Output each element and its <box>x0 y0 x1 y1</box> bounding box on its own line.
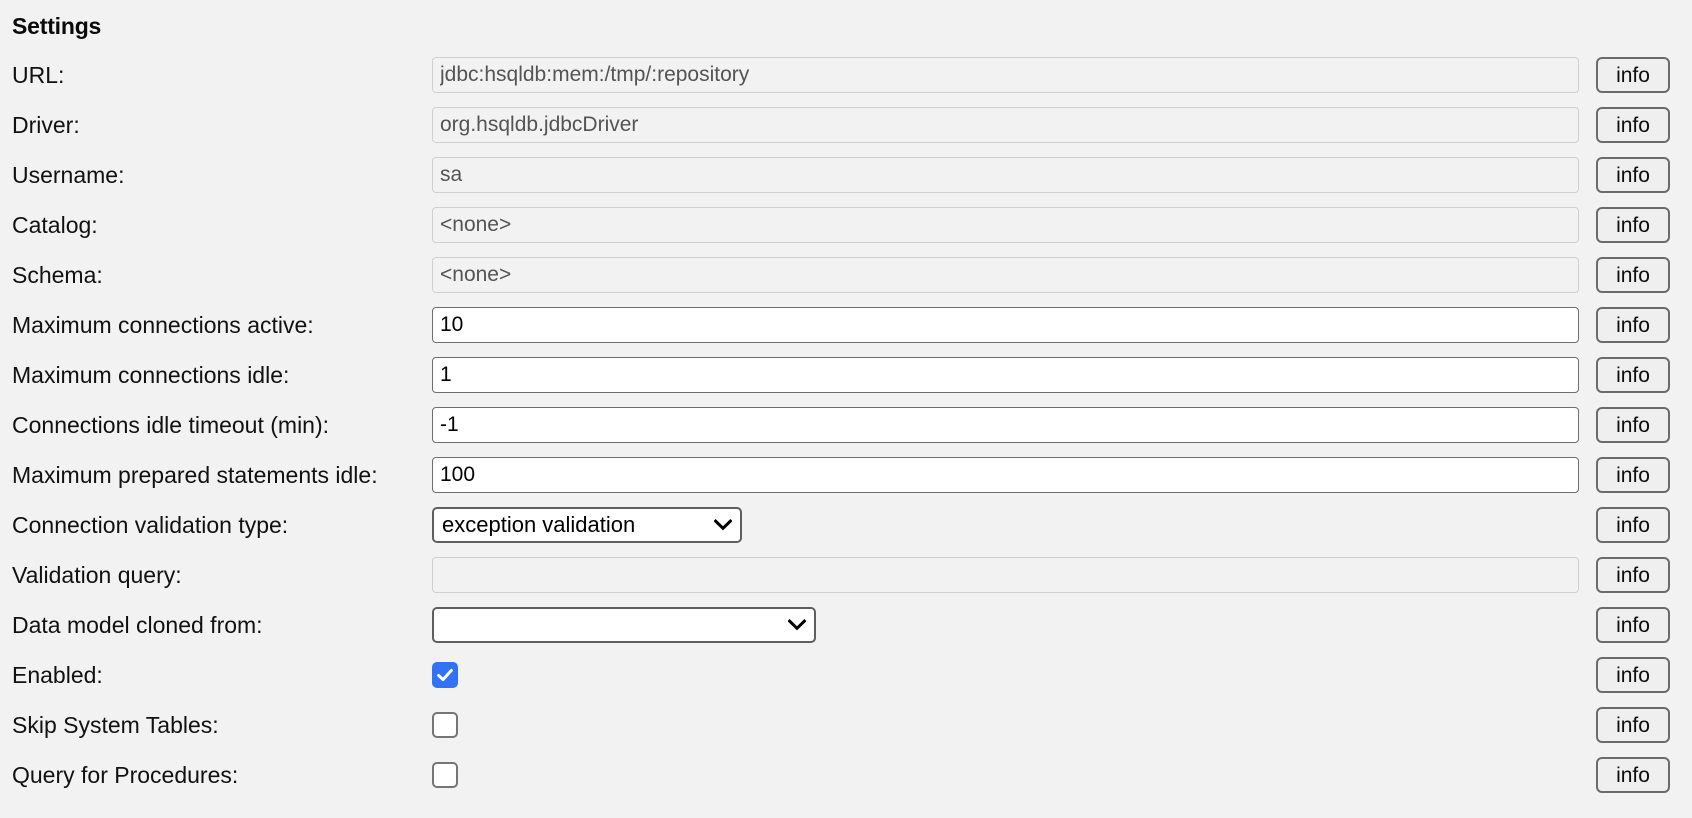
form-row-driver: Driver: info <box>0 100 1692 150</box>
control-schema: info <box>432 257 1692 294</box>
form-row-maximum-connections-active: Maximum connections active: info <box>0 300 1692 350</box>
url-input[interactable] <box>432 57 1579 94</box>
form-row-catalog: Catalog: info <box>0 200 1692 250</box>
info-button-connection-validation-type[interactable]: info <box>1596 507 1670 544</box>
query-for-procedures-checkbox[interactable] <box>432 762 458 789</box>
label-validation-query: Validation query: <box>12 561 182 588</box>
form-row-url: URL: info <box>0 50 1692 100</box>
control-validation-query: info <box>432 557 1692 594</box>
control-connection-validation-type: exception validation info <box>432 507 1692 544</box>
form-row-connection-validation-type: Connection validation type: exception val… <box>0 500 1692 550</box>
info-button-enabled[interactable]: info <box>1596 657 1670 694</box>
form-row-maximum-connections-idle: Maximum connections idle: info <box>0 350 1692 400</box>
form-row-username: Username: info <box>0 150 1692 200</box>
control-maximum-connections-active: info <box>432 307 1692 344</box>
data-model-cloned-from-select[interactable] <box>432 607 816 644</box>
label-catalog: Catalog: <box>12 211 98 238</box>
form-row-data-model-cloned-from: Data model cloned from: info <box>0 600 1692 650</box>
form-row-maximum-prepared-statements-idle: Maximum prepared statements idle: info <box>0 450 1692 500</box>
settings-page: Settings URL: info Driver: info Username: inf… <box>0 0 1692 818</box>
form-row-query-for-procedures: Query for Procedures: info <box>0 750 1692 800</box>
info-button-validation-query[interactable]: info <box>1596 557 1670 594</box>
check-icon <box>437 669 453 682</box>
info-button-connections-idle-timeout[interactable]: info <box>1596 407 1670 444</box>
control-catalog: info <box>432 207 1692 244</box>
info-button-maximum-prepared-statements-idle[interactable]: info <box>1596 457 1670 494</box>
label-connections-idle-timeout: Connections idle timeout (min): <box>12 411 330 438</box>
label-data-model-cloned-from: Data model cloned from: <box>12 611 263 638</box>
control-data-model-cloned-from: info <box>432 607 1692 644</box>
validation-query-input[interactable] <box>432 557 1579 594</box>
info-button-url[interactable]: info <box>1596 57 1670 94</box>
connection-validation-type-selected-value: exception validation <box>442 514 636 537</box>
label-driver: Driver: <box>12 111 80 138</box>
label-schema: Schema: <box>12 261 103 288</box>
info-button-maximum-connections-active[interactable]: info <box>1596 307 1670 344</box>
info-button-maximum-connections-idle[interactable]: info <box>1596 357 1670 394</box>
form-row-skip-system-tables: Skip System Tables: info <box>0 700 1692 750</box>
label-skip-system-tables: Skip System Tables: <box>12 711 219 738</box>
label-query-for-procedures: Query for Procedures: <box>12 761 239 788</box>
label-connection-validation-type: Connection validation type: <box>12 511 289 538</box>
maximum-prepared-statements-idle-input[interactable] <box>432 457 1579 494</box>
info-button-driver[interactable]: info <box>1596 107 1670 144</box>
control-query-for-procedures: info <box>432 757 1692 794</box>
username-input[interactable] <box>432 157 1579 194</box>
info-button-skip-system-tables[interactable]: info <box>1596 707 1670 744</box>
form-row-validation-query: Validation query: info <box>0 550 1692 600</box>
control-skip-system-tables: info <box>432 707 1692 744</box>
maximum-connections-active-input[interactable] <box>432 307 1579 344</box>
chevron-down-icon <box>714 519 732 531</box>
page-title: Settings <box>12 13 102 39</box>
control-driver: info <box>432 107 1692 144</box>
skip-system-tables-checkbox[interactable] <box>432 712 458 739</box>
control-url: info <box>432 57 1692 94</box>
driver-input[interactable] <box>432 107 1579 144</box>
connections-idle-timeout-input[interactable] <box>432 407 1579 444</box>
form-row-schema: Schema: info <box>0 250 1692 300</box>
info-button-catalog[interactable]: info <box>1596 207 1670 244</box>
control-maximum-connections-idle: info <box>432 357 1692 394</box>
control-connections-idle-timeout: info <box>432 407 1692 444</box>
connection-validation-type-select[interactable]: exception validation <box>432 507 742 544</box>
form-row-enabled: Enabled: info <box>0 650 1692 700</box>
settings-form: URL:infoDriver:infoUsername:infoCatalog:… <box>0 50 1692 800</box>
label-url: URL: <box>12 61 65 88</box>
label-maximum-prepared-statements-idle: Maximum prepared statements idle: <box>12 461 378 488</box>
label-maximum-connections-active: Maximum connections active: <box>12 311 314 338</box>
schema-input[interactable] <box>432 257 1579 294</box>
label-maximum-connections-idle: Maximum connections idle: <box>12 361 290 388</box>
form-row-connections-idle-timeout: Connections idle timeout (min): info <box>0 400 1692 450</box>
enabled-checkbox[interactable] <box>432 662 458 689</box>
info-button-schema[interactable]: info <box>1596 257 1670 294</box>
control-maximum-prepared-statements-idle: info <box>432 457 1692 494</box>
control-username: info <box>432 157 1692 194</box>
info-button-username[interactable]: info <box>1596 157 1670 194</box>
chevron-down-icon <box>788 619 806 631</box>
label-enabled: Enabled: <box>12 661 103 688</box>
info-button-query-for-procedures[interactable]: info <box>1596 757 1670 794</box>
control-enabled: info <box>432 657 1692 694</box>
label-username: Username: <box>12 161 125 188</box>
info-button-data-model-cloned-from[interactable]: info <box>1596 607 1670 644</box>
maximum-connections-idle-input[interactable] <box>432 357 1579 394</box>
catalog-input[interactable] <box>432 207 1579 244</box>
